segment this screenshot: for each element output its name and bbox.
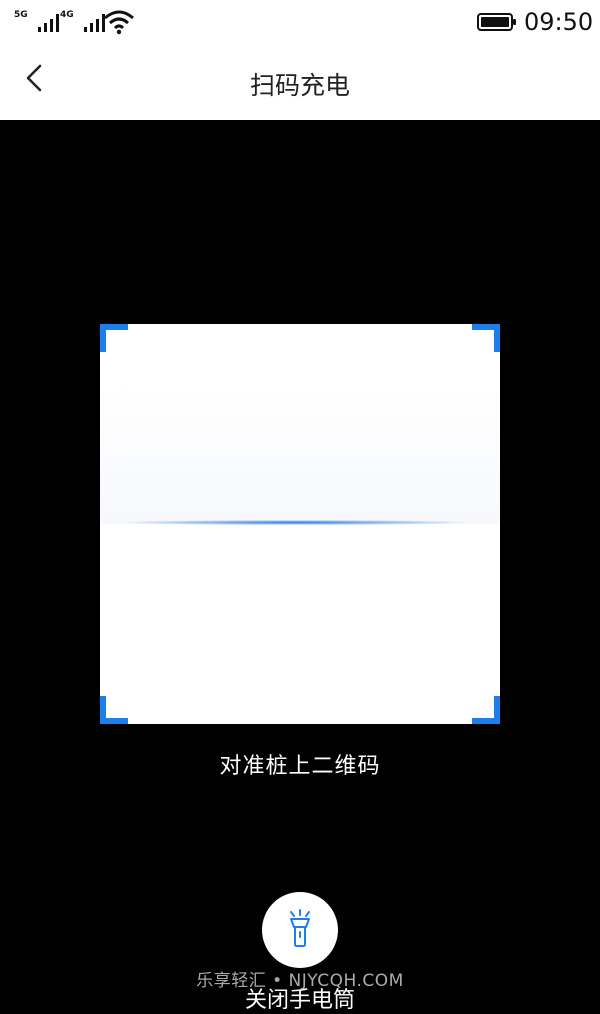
- status-bar: 5G 4G 09:50: [0, 0, 600, 45]
- scan-glow: [100, 384, 500, 524]
- scan-line: [126, 520, 464, 525]
- scan-frame: [100, 324, 500, 724]
- frame-corner-bottom-left: [100, 696, 128, 724]
- scan-hint: 对准桩上二维码: [219, 754, 381, 779]
- frame-corner-top-right: [472, 324, 500, 352]
- page-title: 扫码充电: [249, 71, 350, 100]
- battery-icon: [477, 13, 516, 31]
- header: 扫码充电: [0, 45, 600, 120]
- wifi-icon: [104, 10, 134, 35]
- frame-corner-bottom-right: [472, 696, 500, 724]
- frame-corner-top-left: [100, 324, 128, 352]
- clock: 09:50: [524, 8, 594, 36]
- flashlight-button[interactable]: [262, 892, 338, 968]
- flashlight-icon: [290, 909, 310, 947]
- watermark-text: 乐享轻汇 • NJYCQH.COM: [196, 971, 404, 991]
